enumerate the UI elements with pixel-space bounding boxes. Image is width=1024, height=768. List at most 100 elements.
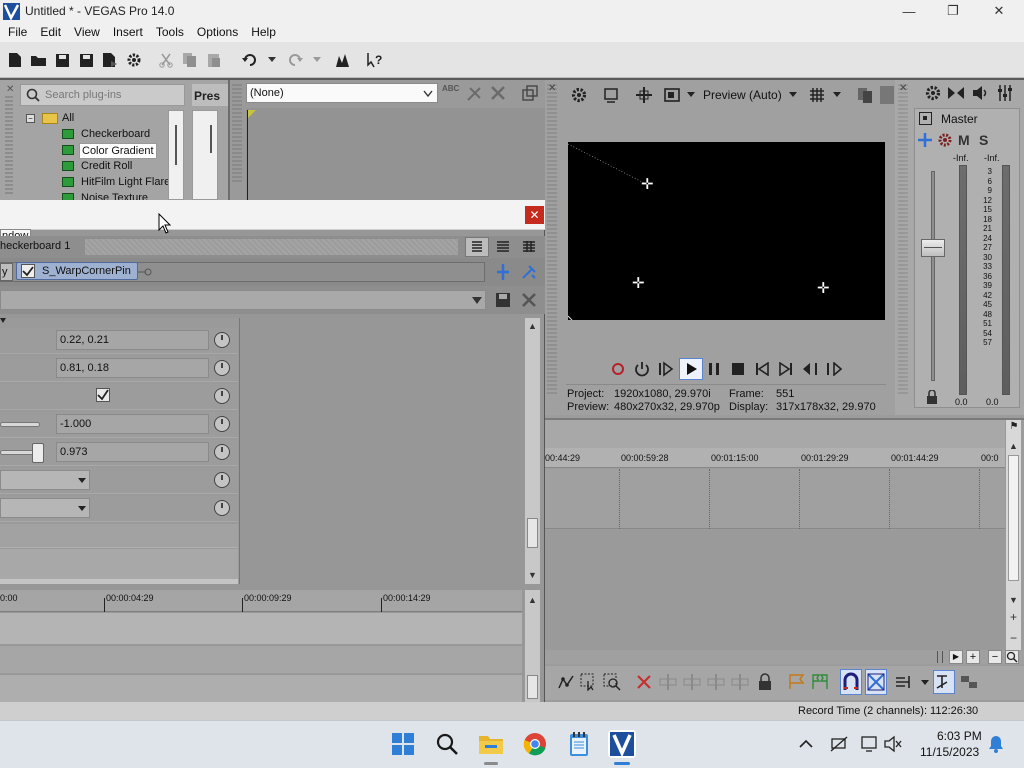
vegas-pro-icon[interactable] [608,730,636,758]
param-slider-thumb[interactable] [32,443,44,463]
insert-region-icon[interactable] [811,673,829,691]
animate-clock-icon[interactable] [214,500,230,516]
volume-fader-track[interactable] [931,171,935,381]
trim-start-icon[interactable] [659,673,677,691]
taskbar-date[interactable]: 11/15/2023 [920,745,979,759]
menu-tools[interactable]: Tools [151,25,189,39]
keyframe-track[interactable] [0,646,522,674]
keyframe-track[interactable] [0,675,522,703]
preview-properties-gear-icon[interactable] [570,86,588,104]
zoom-out-icon[interactable]: − [988,650,1002,664]
zoom-in-icon[interactable]: + [966,650,980,664]
network-disconnected-icon[interactable] [829,735,849,753]
plug-in-chain-icon[interactable] [495,263,511,281]
snapping-button[interactable] [840,669,862,695]
tree-scrollbar[interactable] [168,110,184,200]
tree-item-hitfilm-light-flares[interactable]: HitFilm Light Flares [81,176,176,188]
presets-scroll-thumb[interactable] [210,125,212,153]
animate-clock-icon[interactable] [214,332,230,348]
scroll-down-icon[interactable]: ▼ [1007,593,1020,606]
preset-dropdown[interactable]: (None) [246,83,438,103]
overlays-icon[interactable] [664,86,682,104]
tree-item-credit-roll[interactable]: Credit Roll [81,160,132,172]
render-as-icon[interactable] [101,51,119,69]
pause-button[interactable] [705,360,723,378]
view-details-icon[interactable] [493,237,513,257]
menu-file[interactable]: File [3,25,32,39]
downmix-output-icon[interactable] [947,84,965,102]
dock-window-icon[interactable] [521,84,539,102]
save-preset-icon[interactable] [466,84,484,102]
timeline-empty-area[interactable] [545,530,1005,650]
animate-clock-icon[interactable] [214,444,230,460]
timeline-scrollbar[interactable]: ⚑ ▲ ▼ + − [1005,420,1021,650]
properties-gear-icon[interactable] [125,51,143,69]
corner-pin-handle[interactable]: ✛ [641,177,654,192]
timeline-track-area[interactable] [545,469,1005,529]
fx-chain-item[interactable]: S_WarpCornerPin [16,262,138,280]
next-frame-button[interactable] [825,360,843,378]
panel-close-icon[interactable]: ✕ [548,83,556,94]
corner-pin-handle[interactable]: ✛ [817,281,830,296]
fx-enable-checkbox[interactable] [21,264,35,278]
tree-item-noise-texture[interactable]: Noise Texture [81,192,148,200]
scroll-thumb[interactable] [527,518,538,548]
go-to-start-button[interactable] [753,360,771,378]
search-icon[interactable] [433,730,461,758]
spell-check-icon[interactable]: ABC [442,84,460,102]
tree-root-all[interactable]: All [62,112,74,124]
save-icon[interactable] [53,51,71,69]
preview-quality-dropdown[interactable]: Preview (Auto) [703,88,782,102]
animate-clock-icon[interactable] [214,388,230,404]
lock-icon[interactable] [925,390,939,404]
param-value-field[interactable]: 0.22, 0.21 [56,330,209,350]
scroll-grip[interactable] [937,651,943,663]
external-monitor-icon[interactable] [603,86,621,104]
scroll-up-icon[interactable]: ▲ [526,593,539,606]
keyframe-scrollbar[interactable]: ▲ ▼ [524,590,540,720]
go-to-end-button[interactable] [777,360,795,378]
zoom-tool-icon[interactable] [603,673,621,691]
enable-snapping-icon[interactable] [333,51,351,69]
fx-preset-dropdown[interactable] [0,290,486,310]
panel-close-icon[interactable]: ✕ [6,84,14,95]
keyframe-track[interactable] [0,613,522,645]
chevron-down-icon[interactable] [833,92,841,97]
param-value-field[interactable]: 0.81, 0.18 [56,358,209,378]
notification-bell-icon[interactable] [987,735,1005,753]
view-grid-icon[interactable] [519,237,539,257]
marker-flag-icon[interactable]: ⚑ [1007,421,1021,435]
record-button[interactable] [609,360,627,378]
split-screen-icon[interactable] [635,86,653,104]
scroll-thumb[interactable] [527,675,538,699]
chevron-down-icon[interactable] [687,92,695,97]
param-slider-track[interactable] [0,422,40,427]
scroll-down-icon[interactable]: ▼ [526,568,539,581]
save-as-icon[interactable] [77,51,95,69]
delete-preset-icon[interactable] [520,291,538,309]
zoom-tool-icon[interactable] [1005,650,1019,664]
open-icon[interactable] [29,51,47,69]
file-explorer-icon[interactable] [477,730,505,758]
redo-icon[interactable] [286,51,304,69]
solo-button[interactable]: S [979,132,988,148]
param-value-field[interactable]: 0.973 [56,442,209,462]
maximize-button[interactable]: ❐ [930,0,976,22]
menu-options[interactable]: Options [192,25,243,39]
fx-dialog-title-bar[interactable] [0,200,545,230]
param-dropdown[interactable] [0,498,90,518]
taskbar-time[interactable]: 6:03 PM [937,729,982,743]
redo-history-icon[interactable] [308,51,326,69]
master-fx-gear-icon[interactable] [937,132,953,148]
timeline-hscroll[interactable]: ▶ + − [545,650,1024,664]
animate-clock-icon[interactable] [214,472,230,488]
grid-overlay-icon[interactable] [809,87,825,103]
corner-pin-handle[interactable]: ✛ [632,276,645,291]
zoom-in-icon[interactable]: + [1007,610,1020,624]
selection-tool-icon[interactable] [580,673,598,691]
lock-envelopes-button[interactable] [933,670,955,694]
delete-icon[interactable] [635,673,653,691]
fx-dialog-close-button[interactable]: ✕ [525,206,544,224]
ripple-icon[interactable] [731,673,749,691]
fx-chain-partial-button[interactable]: y [0,263,13,281]
